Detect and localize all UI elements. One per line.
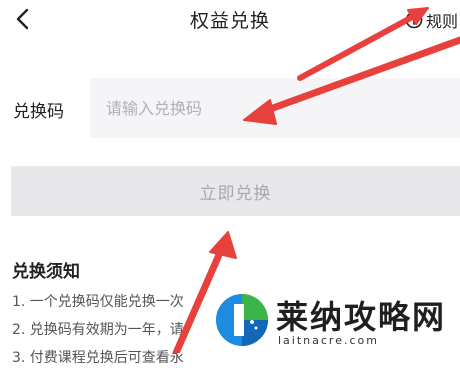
rules-button[interactable]: 规则 [405, 8, 458, 32]
notice-item: 1. 一个兑换码仅能兑换一次 [12, 294, 184, 310]
notice-item: 2. 兑换码有效期为一年，请 [12, 322, 184, 338]
header: 权益兑换 规则 [0, 0, 460, 44]
redeem-now-button[interactable]: 立即兑换 [11, 166, 460, 216]
watermark: 莱纳攻略网 laitnacre.com [212, 292, 460, 353]
watermark-url: laitnacre.com [278, 334, 379, 347]
watermark-logo-icon [216, 294, 268, 346]
arrow-head-button [209, 231, 237, 259]
info-circle-icon [405, 11, 423, 29]
code-label: 兑换码 [13, 102, 64, 122]
watermark-title: 莱纳攻略网 [276, 298, 447, 336]
redeem-code-input[interactable] [90, 78, 460, 138]
notice-list: 1. 一个兑换码仅能兑换一次 2. 兑换码有效期为一年，请 3. 付费课程兑换后… [12, 288, 184, 372]
page-title: 权益兑换 [189, 10, 270, 32]
notice-title: 兑换须知 [12, 262, 80, 282]
notice-item: 3. 付费课程兑换后可查看永 [12, 350, 184, 366]
rules-label: 规则 [426, 12, 459, 31]
